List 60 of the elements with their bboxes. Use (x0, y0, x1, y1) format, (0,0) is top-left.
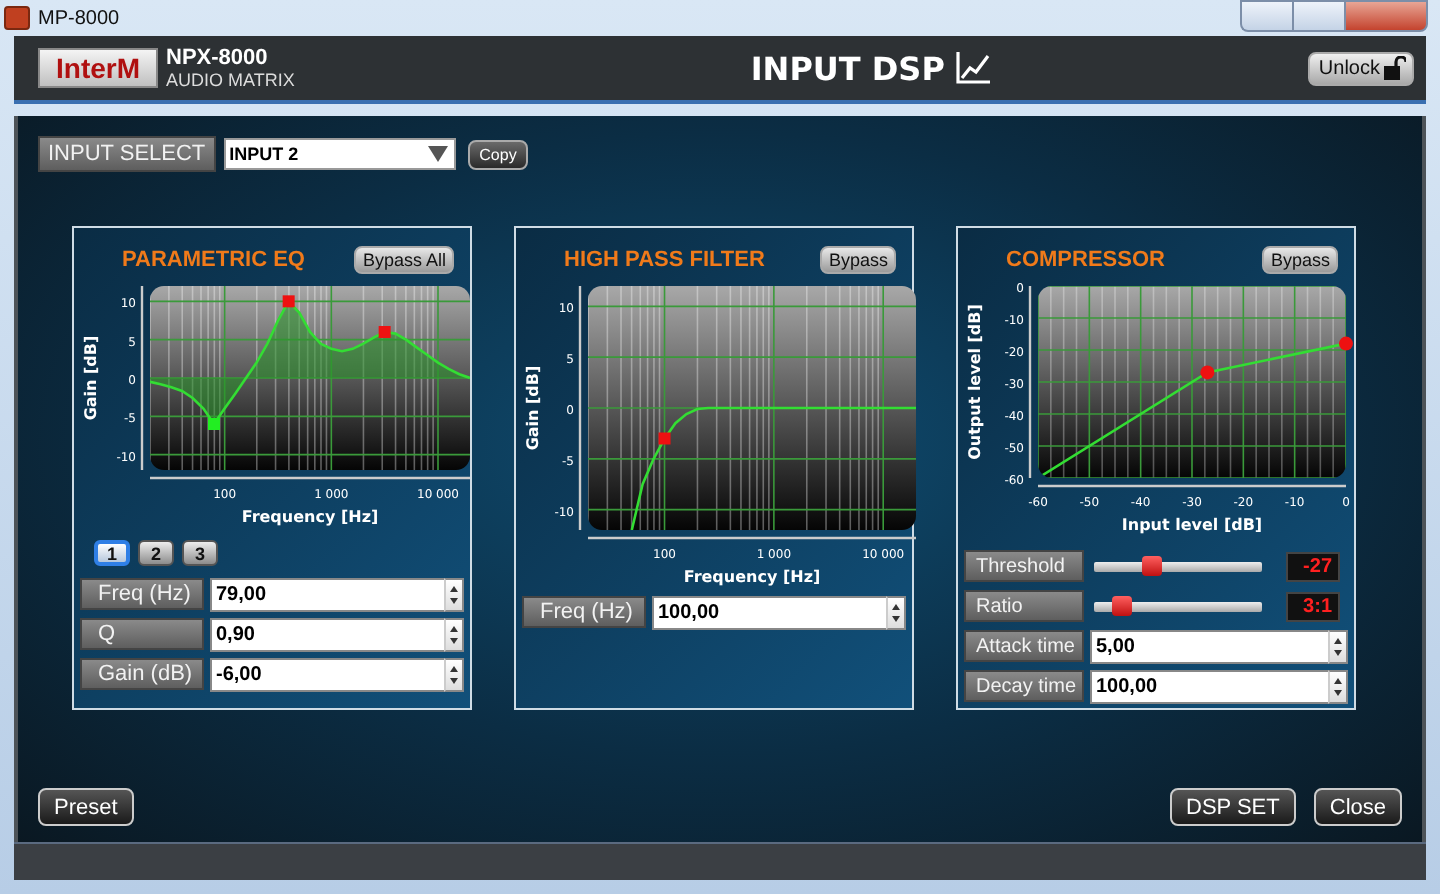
parameter-label: Threshold (964, 550, 1084, 582)
axis-title: Frequency [Hz] (683, 568, 821, 586)
unlock-button[interactable]: Unlock (1308, 51, 1414, 85)
copy-button[interactable]: Copy (467, 139, 529, 169)
slider-track[interactable] (1094, 561, 1262, 571)
spin-button[interactable] (1328, 669, 1348, 703)
value-readout: -27 (1285, 551, 1340, 581)
bypass-button[interactable]: Bypass (820, 246, 896, 274)
number-field[interactable]: 0,90 (210, 617, 444, 651)
axis-title: Gain [dB] (524, 365, 542, 451)
slider-thumb[interactable] (1112, 595, 1133, 615)
number-field[interactable]: 100,00 (652, 595, 886, 629)
parameter-label: Freq (Hz) (80, 578, 204, 610)
window-title: MP-8000 (38, 7, 120, 29)
bypass-button[interactable]: Bypass All (354, 246, 454, 274)
parameter-label: Q (80, 618, 204, 650)
line-chart-icon (956, 52, 993, 84)
band-button[interactable]: 2 (138, 540, 174, 566)
app-icon (4, 6, 30, 30)
spin-button[interactable] (444, 577, 464, 611)
spin-button[interactable] (444, 657, 464, 691)
product-name: NPX-8000 (166, 46, 270, 70)
input-select-dropdown[interactable]: INPUT 2 (223, 138, 456, 170)
spin-button[interactable] (444, 617, 464, 651)
curve-handle (1200, 365, 1215, 380)
axis-title: Input level [dB] (1121, 516, 1263, 534)
curve-handle (208, 418, 220, 430)
panel-title: HIGH PASS FILTER (564, 248, 765, 272)
parameter-label: Freq (Hz) (522, 596, 646, 628)
axis-title: Frequency [Hz] (241, 508, 379, 526)
parameter-label: Attack time (964, 630, 1084, 662)
spin-button[interactable] (886, 595, 906, 629)
page-title: INPUT DSP (750, 49, 945, 87)
panel-title: COMPRESSOR (1006, 248, 1165, 272)
number-field[interactable]: 79,00 (210, 577, 444, 611)
logo: InterM (38, 48, 158, 88)
spin-button[interactable] (1328, 629, 1348, 663)
axis-title: Gain [dB] (82, 335, 100, 421)
parameter-label: Decay time (964, 670, 1084, 702)
axis-title: Output level [dB] (966, 304, 984, 460)
product-subtitle: AUDIO MATRIX (166, 70, 295, 90)
slider-thumb[interactable] (1142, 555, 1163, 575)
close-button[interactable]: Close (1313, 788, 1402, 826)
input-select-label: INPUT SELECT (38, 136, 216, 172)
bypass-button[interactable]: Bypass (1262, 246, 1338, 274)
preset-button[interactable]: Preset (38, 788, 134, 826)
lock-icon (1384, 56, 1406, 80)
panel-title: PARAMETRIC EQ (122, 248, 305, 272)
band-button[interactable]: 1 (94, 540, 130, 566)
band-button[interactable]: 3 (182, 540, 218, 566)
parameter-label: Gain (dB) (80, 658, 204, 690)
dropdown-arrow-icon[interactable] (427, 146, 448, 162)
number-field[interactable]: -6,00 (210, 657, 444, 691)
number-field[interactable]: 100,00 (1090, 669, 1328, 703)
number-field[interactable]: 5,00 (1090, 629, 1328, 663)
dsp-set-button[interactable]: DSP SET (1170, 788, 1296, 826)
parameter-label: Ratio (964, 590, 1084, 622)
slider-track[interactable] (1094, 601, 1262, 611)
value-readout: 3:1 (1285, 591, 1340, 621)
curve-handle (1339, 336, 1353, 351)
